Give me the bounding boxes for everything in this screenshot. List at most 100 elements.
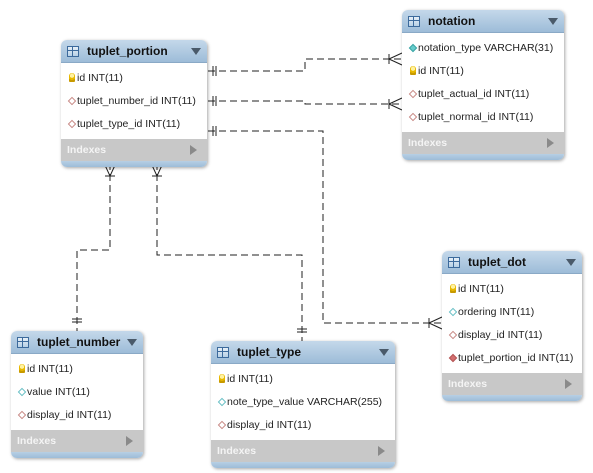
foreign-key-icon — [217, 420, 227, 429]
column-row[interactable]: tuplet_actual_id INT(11) — [402, 82, 564, 105]
column-label: id INT(11) — [27, 362, 73, 375]
column-row[interactable]: value INT(11) — [11, 380, 143, 403]
indexes-section[interactable]: Indexes — [11, 430, 143, 452]
not-null-column-icon — [408, 43, 418, 52]
table-footer — [442, 395, 582, 401]
table-title: tuplet_portion — [87, 44, 168, 58]
collapse-arrow-icon[interactable] — [379, 348, 389, 356]
primary-key-icon — [219, 374, 225, 383]
indexes-label: Indexes — [217, 445, 257, 457]
foreign-key-not-null-icon — [448, 353, 458, 362]
table-footer — [11, 452, 143, 458]
table-tuplet-type[interactable]: tuplet_type id INT(11) note_type_value V… — [211, 341, 395, 468]
table-header[interactable]: tuplet_dot — [442, 251, 582, 274]
column-label: notation_type VARCHAR(31) — [418, 41, 554, 54]
column-icon — [17, 387, 27, 396]
table-header[interactable]: notation — [402, 10, 564, 33]
column-label: tuplet_actual_id INT(11) — [418, 87, 530, 100]
column-row[interactable]: tuplet_portion_id INT(11) — [442, 346, 582, 369]
expand-arrow-icon[interactable] — [565, 379, 572, 389]
primary-key-icon — [19, 364, 25, 373]
table-header[interactable]: tuplet_type — [211, 341, 395, 364]
table-tuplet-dot[interactable]: tuplet_dot id INT(11) ordering INT(11) d… — [442, 251, 582, 401]
foreign-key-icon — [408, 89, 418, 98]
column-row[interactable]: note_type_value VARCHAR(255) — [211, 390, 395, 413]
column-row[interactable]: id INT(11) — [61, 66, 207, 89]
column-label: ordering INT(11) — [458, 305, 535, 318]
connector-tuplet-portion-notation-1 — [208, 58, 402, 72]
table-title: tuplet_number — [37, 335, 121, 349]
indexes-section[interactable]: Indexes — [211, 440, 395, 462]
indexes-section[interactable]: Indexes — [61, 139, 207, 161]
table-title: tuplet_type — [237, 345, 302, 359]
expand-arrow-icon[interactable] — [126, 436, 133, 446]
column-row[interactable]: display_id INT(11) — [442, 323, 582, 346]
table-title: tuplet_dot — [468, 255, 526, 269]
column-icon — [217, 397, 227, 406]
table-footer — [61, 161, 207, 167]
column-label: display_id INT(11) — [458, 328, 543, 341]
indexes-label: Indexes — [408, 137, 448, 149]
column-row[interactable]: ordering INT(11) — [442, 300, 582, 323]
connector-tuplet-portion-tuplet-type — [156, 163, 303, 341]
column-label: tuplet_portion_id INT(11) — [458, 351, 574, 364]
primary-key-icon — [410, 66, 416, 75]
column-row[interactable]: tuplet_type_id INT(11) — [61, 112, 207, 135]
column-row[interactable]: notation_type VARCHAR(31) — [402, 36, 564, 59]
column-row[interactable]: tuplet_normal_id INT(11) — [402, 105, 564, 128]
column-label: note_type_value VARCHAR(255) — [227, 395, 383, 408]
foreign-key-icon — [67, 119, 77, 128]
indexes-label: Indexes — [448, 378, 488, 390]
column-label: tuplet_number_id INT(11) — [77, 94, 196, 107]
column-label: display_id INT(11) — [227, 418, 312, 431]
table-header[interactable]: tuplet_portion — [61, 40, 207, 63]
collapse-arrow-icon[interactable] — [548, 17, 558, 25]
foreign-key-icon — [448, 330, 458, 339]
column-label: id INT(11) — [458, 282, 504, 295]
column-row[interactable]: id INT(11) — [402, 59, 564, 82]
column-row[interactable]: display_id INT(11) — [11, 403, 143, 426]
foreign-key-icon — [67, 96, 77, 105]
primary-key-icon — [450, 284, 456, 293]
table-icon — [217, 346, 229, 358]
table-notation[interactable]: notation notation_type VARCHAR(31) id IN… — [402, 10, 564, 160]
indexes-section[interactable]: Indexes — [402, 132, 564, 154]
column-icon — [448, 307, 458, 316]
collapse-arrow-icon[interactable] — [191, 47, 201, 55]
table-icon — [67, 45, 79, 57]
indexes-section[interactable]: Indexes — [442, 373, 582, 395]
primary-key-icon — [69, 73, 75, 82]
table-tuplet-portion[interactable]: tuplet_portion id INT(11) tuplet_number_… — [61, 40, 207, 167]
column-label: value INT(11) — [27, 385, 90, 398]
expand-arrow-icon[interactable] — [378, 446, 385, 456]
connector-tuplet-portion-tuplet-number — [76, 163, 111, 331]
column-row[interactable]: tuplet_number_id INT(11) — [61, 89, 207, 112]
table-title: notation — [428, 14, 476, 28]
expand-arrow-icon[interactable] — [547, 138, 554, 148]
collapse-arrow-icon[interactable] — [566, 258, 576, 266]
table-header[interactable]: tuplet_number — [11, 331, 143, 354]
column-label: tuplet_type_id INT(11) — [77, 117, 181, 130]
column-label: display_id INT(11) — [27, 408, 112, 421]
table-icon — [448, 256, 460, 268]
column-row[interactable]: id INT(11) — [11, 357, 143, 380]
column-row[interactable]: id INT(11) — [442, 277, 582, 300]
column-label: tuplet_normal_id INT(11) — [418, 110, 534, 123]
foreign-key-icon — [408, 112, 418, 121]
column-row[interactable]: id INT(11) — [211, 367, 395, 390]
table-icon — [17, 336, 29, 348]
table-footer — [211, 462, 395, 468]
column-label: id INT(11) — [227, 372, 273, 385]
connector-tuplet-portion-notation-2 — [208, 100, 402, 105]
foreign-key-icon — [17, 410, 27, 419]
table-icon — [408, 15, 420, 27]
indexes-label: Indexes — [17, 435, 57, 447]
column-label: id INT(11) — [418, 64, 464, 77]
column-label: id INT(11) — [77, 71, 123, 84]
table-footer — [402, 154, 564, 160]
column-row[interactable]: display_id INT(11) — [211, 413, 395, 436]
table-tuplet-number[interactable]: tuplet_number id INT(11) value INT(11) d… — [11, 331, 143, 458]
expand-arrow-icon[interactable] — [190, 145, 197, 155]
collapse-arrow-icon[interactable] — [127, 338, 137, 346]
indexes-label: Indexes — [67, 144, 107, 156]
